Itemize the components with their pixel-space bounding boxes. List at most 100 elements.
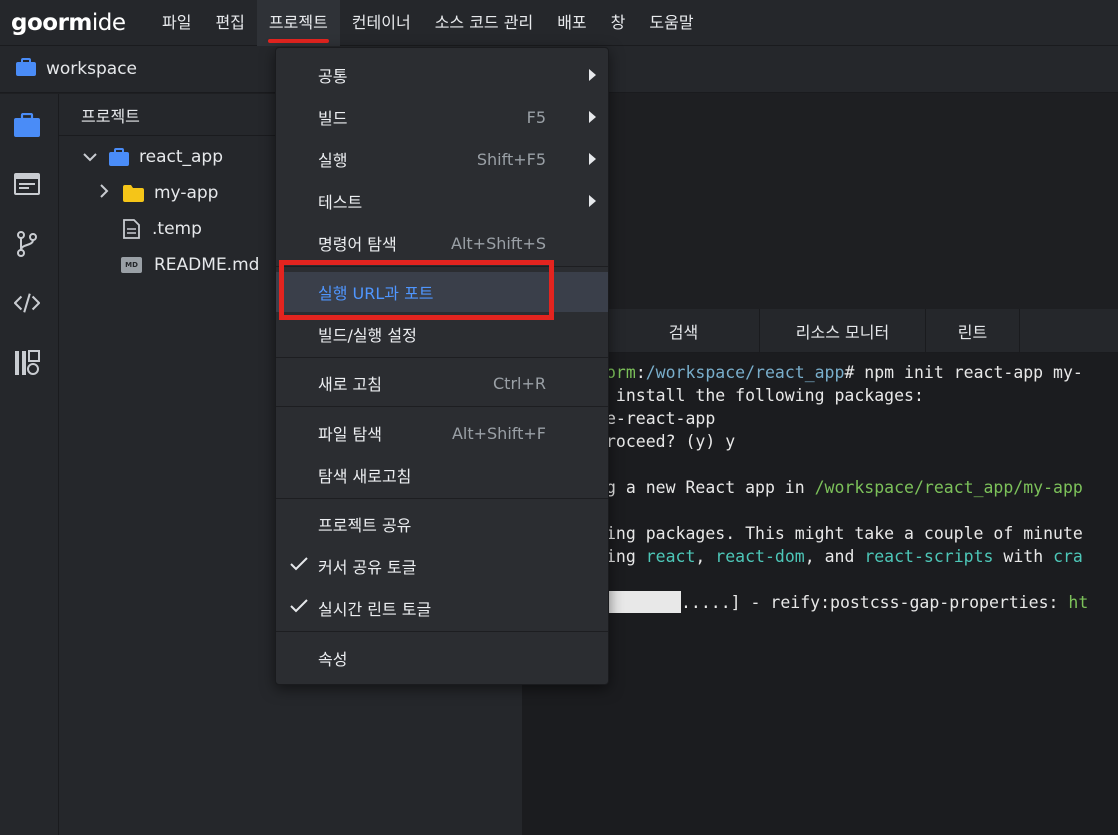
tab-lint[interactable]: 린트 (926, 309, 1020, 353)
briefcase-icon (16, 58, 36, 80)
menu-item-label: 새로 고침 (318, 375, 382, 394)
terminal-text: # npm init react-app my- (844, 363, 1083, 382)
menu-item-label: 프로젝트 공유 (318, 516, 412, 535)
menu-item-build[interactable]: 빌드 F5 (276, 97, 608, 137)
code-icon[interactable] (14, 290, 40, 316)
menu-item-shortcut: Shift+F5 (476, 149, 546, 169)
menu-deploy[interactable]: 배포 (545, 0, 598, 46)
terminal-text: cra (1053, 547, 1083, 566)
tree-item-readme[interactable]: MD README.md (121, 248, 259, 282)
project-dropdown-menu: 공통 빌드 F5 실행 Shift+F5 테스트 명령어 탐색 Alt+Shift+S 실행 U… (275, 47, 609, 685)
terminal-line: roceed? (y) y (606, 430, 735, 453)
briefcase-icon[interactable] (14, 112, 40, 138)
menu-separator (276, 357, 608, 358)
markdown-badge-text: MD (125, 261, 138, 269)
menu-item-share-project[interactable]: 프로젝트 공유 (276, 504, 608, 544)
terminal-text: .....] - reify:postcss-gap-properties: (681, 593, 1069, 612)
logo-text-ide: ide (91, 9, 126, 36)
tree-item-react-app[interactable]: react_app (83, 140, 223, 174)
git-branch-icon[interactable] (14, 231, 40, 257)
terminal-line: ing react, react-dom, and react-scripts … (606, 545, 1083, 568)
terminal-text: with (993, 547, 1054, 566)
terminal-text: , (695, 547, 716, 566)
menu-item-search-refresh[interactable]: 탐색 새로고침 (276, 455, 608, 495)
terminal-text: /workspace/react_app/my-app (814, 478, 1083, 497)
terminal-text: react-dom (715, 547, 805, 566)
highlight-box (279, 260, 554, 320)
terminal-line: e-react-app (606, 407, 715, 430)
workspace-label[interactable]: workspace (46, 59, 137, 79)
terminal-line: install the following packages: (606, 384, 924, 407)
tree-item-my-app[interactable]: my-app (99, 176, 218, 210)
menu-separator (276, 406, 608, 407)
menu-item-label: 커서 공유 토글 (318, 558, 417, 577)
menu-item-command-search[interactable]: 명령어 탐색 Alt+Shift+S (276, 223, 608, 263)
terminal-text: react (645, 547, 696, 566)
menu-file[interactable]: 파일 (150, 0, 203, 46)
menu-help[interactable]: 도움말 (637, 0, 705, 46)
menu-separator (276, 498, 608, 499)
menu-item-label: 빌드 (318, 109, 348, 128)
menu-item-label: 빌드/실행 설정 (318, 326, 417, 345)
menu-edit[interactable]: 편집 (203, 0, 256, 46)
menu-item-file-search[interactable]: 파일 탐색 Alt+Shift+F (276, 413, 608, 453)
app-logo[interactable]: goormide (0, 10, 150, 36)
tab-search[interactable]: 검색 (608, 309, 760, 353)
logo-text: goorm (11, 9, 92, 36)
menu-scm[interactable]: 소스 코드 관리 (423, 0, 546, 46)
menu-container[interactable]: 컨테이너 (340, 0, 423, 46)
menu-item-toggle-cursor-share[interactable]: 커서 공유 토글 (276, 546, 608, 586)
submenu-arrow-icon (589, 195, 596, 207)
menu-window[interactable]: 창 (599, 0, 638, 46)
terminal-text: react-scripts (864, 547, 994, 566)
menu-item-shortcut: Ctrl+R (493, 373, 546, 393)
terminal-text: , and (804, 547, 865, 566)
terminal-text: g a new React app in (606, 478, 815, 497)
tree-item-temp[interactable]: .temp (123, 212, 202, 246)
terminal-text: : (635, 363, 646, 382)
checkmark-icon (290, 598, 308, 618)
editor-area (522, 94, 1118, 309)
terminal-line: orm:/workspace/react_app# npm init react… (606, 361, 1083, 384)
tab-resource-monitor[interactable]: 리소스 모니터 (760, 309, 926, 353)
terminal-text: ing (606, 547, 646, 566)
menu-project[interactable]: 프로젝트 (256, 0, 340, 46)
terminal-line: .....] - reify:postcss-gap-properties: h… (606, 591, 1088, 614)
terminal-line: g a new React app in /workspace/react_ap… (606, 476, 1083, 499)
menu-item-label: 속성 (318, 650, 348, 669)
submenu-arrow-icon (589, 153, 596, 165)
tree-item-label: .temp (152, 219, 202, 239)
tab-label: 린트 (957, 323, 988, 342)
terminal-line: ing packages. This might take a couple o… (606, 522, 1083, 545)
menu-item-label: 실시간 린트 토글 (318, 600, 432, 619)
menu-item-label: 실행 (318, 151, 348, 170)
menu-item-label: 공통 (318, 67, 348, 86)
terminal-text: /workspace/react_app (645, 363, 845, 382)
menu-item-refresh[interactable]: 새로 고침 Ctrl+R (276, 363, 608, 403)
menu-item-shortcut: Alt+Shift+F (451, 423, 546, 443)
menu-item-label: 파일 탐색 (318, 425, 382, 444)
chevron-right-icon[interactable] (99, 183, 115, 203)
chevron-down-icon[interactable] (83, 147, 101, 167)
menu-item-test[interactable]: 테스트 (276, 181, 608, 221)
menu-item-common[interactable]: 공통 (276, 55, 608, 95)
menu-item-properties[interactable]: 속성 (276, 638, 608, 678)
menu-separator (276, 631, 608, 632)
browser-window-icon[interactable] (14, 171, 40, 197)
menu-item-toggle-live-lint[interactable]: 실시간 린트 토글 (276, 588, 608, 628)
plugins-icon[interactable] (14, 350, 40, 376)
checkmark-icon (290, 556, 308, 576)
terminal-output[interactable]: orm:/workspace/react_app# npm init react… (522, 353, 1118, 835)
terminal-text: roceed? (y) y (606, 432, 736, 451)
markdown-icon: MD (121, 257, 142, 273)
menu-item-shortcut: F5 (526, 107, 546, 127)
terminal-text: ing packages. This might take a couple o… (606, 524, 1083, 543)
menu-item-label: 테스트 (318, 193, 363, 212)
activity-bar (0, 94, 59, 835)
progress-bar-fill (606, 591, 681, 613)
menu-bar: goormide 파일 편집 프로젝트 컨테이너 소스 코드 관리 배포 창 도… (0, 0, 1118, 46)
menu-item-label: 명령어 탐색 (318, 235, 397, 254)
menu-item-run[interactable]: 실행 Shift+F5 (276, 139, 608, 179)
menu-item-build-run-settings[interactable]: 빌드/실행 설정 (276, 314, 608, 354)
terminal-text: install the following packages: (606, 386, 924, 405)
